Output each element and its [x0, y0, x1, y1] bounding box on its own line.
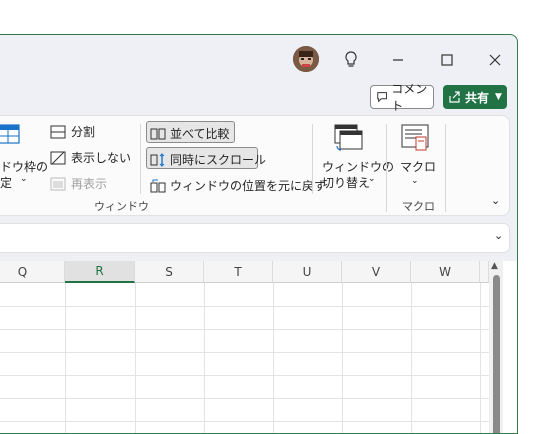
ribbon: ドウ枠の 定 ⌄ 分割 表示しない 再表示 並べて比較 同時にスクロール ウィン… [0, 115, 510, 216]
title-bar [0, 35, 517, 85]
chevron-down-icon: ⌄ [411, 176, 419, 186]
separator [386, 124, 387, 212]
switch-window-label-2: 切り替え [322, 176, 371, 190]
reset-position-button[interactable]: ウィンドウの位置を元に戻す [150, 177, 326, 194]
share-icon [449, 91, 460, 103]
grid-line [0, 398, 489, 399]
reset-position-icon [150, 179, 166, 192]
separator [140, 124, 141, 194]
hide-icon [50, 151, 66, 164]
switch-window-label-1: ウィンドウの [322, 160, 395, 174]
freeze-panes-icon[interactable] [0, 124, 20, 144]
separator [445, 124, 446, 212]
grid-line [0, 329, 489, 330]
expand-formula-icon[interactable]: ⌄ [494, 229, 503, 242]
split-icon [50, 125, 66, 138]
column-header-t[interactable]: T [204, 261, 273, 283]
column-header-u[interactable]: U [273, 261, 342, 283]
reset-position-label: ウィンドウの位置を元に戻す [170, 179, 327, 193]
chevron-down-icon: ⌄ [20, 174, 28, 184]
side-by-side-icon [150, 128, 166, 139]
close-icon[interactable] [481, 47, 509, 73]
hide-button[interactable]: 表示しない [50, 149, 131, 166]
switch-window-button[interactable]: ウィンドウの 切り替え ⌄ [320, 124, 394, 194]
freeze-panes-label-1[interactable]: ドウ枠の [0, 158, 48, 175]
column-header-q[interactable]: Q [0, 261, 65, 283]
excel-window: コメント 共有 ▼ ドウ枠の 定 ⌄ 分割 表示しない 再表示 並べて比較 同時… [0, 34, 518, 434]
column-header-x[interactable] [480, 261, 489, 283]
sync-scroll-icon [150, 152, 165, 167]
split-button[interactable]: 分割 [50, 123, 95, 140]
unhide-label: 再表示 [71, 177, 108, 191]
chevron-down-icon: ⌄ [368, 174, 376, 184]
sync-scroll-label: 同時にスクロール [170, 153, 267, 167]
scroll-up-icon[interactable]: ▲ [491, 261, 498, 271]
comment-button[interactable]: コメント [370, 82, 434, 113]
column-header-r[interactable]: R [65, 261, 135, 283]
grid-line [0, 306, 489, 307]
sync-scroll-content: 同時にスクロール [150, 151, 266, 168]
maximize-icon[interactable] [433, 47, 461, 73]
freeze-panes-label-2[interactable]: 定 [0, 174, 12, 191]
grid-line [0, 421, 489, 422]
scrollbar-thumb[interactable] [493, 275, 500, 433]
switch-window-icon [334, 124, 363, 151]
comment-icon [377, 92, 387, 103]
hide-label: 表示しない [71, 151, 132, 165]
spreadsheet-grid[interactable]: Q R S T U V W ▲ [0, 261, 517, 433]
collapse-ribbon-icon[interactable]: ⌄ [491, 194, 500, 207]
column-header-v[interactable]: V [342, 261, 411, 283]
comment-label: コメント [391, 82, 428, 113]
grid-line [0, 352, 489, 353]
group-window-label: ウィンドウ [94, 200, 149, 213]
chevron-down-icon: ▼ [495, 92, 502, 102]
column-header-w[interactable]: W [411, 261, 480, 283]
lightbulb-icon[interactable] [337, 47, 365, 73]
macro-label: マクロ [400, 160, 437, 174]
share-label: 共有 [465, 90, 490, 105]
side-by-side-content: 並べて比較 [150, 125, 230, 142]
avatar[interactable] [293, 46, 319, 72]
minimize-icon[interactable] [384, 47, 412, 73]
unhide-button[interactable]: 再表示 [50, 175, 107, 192]
split-label: 分割 [71, 125, 96, 139]
group-macro-label: マクロ [402, 200, 435, 213]
vertical-scrollbar[interactable]: ▲ [489, 261, 503, 433]
separator [312, 124, 313, 194]
formula-bar[interactable]: ⌄ [0, 223, 510, 253]
side-by-side-label: 並べて比較 [170, 127, 230, 141]
unhide-icon [50, 177, 66, 190]
macro-icon [401, 124, 429, 151]
grid-line [0, 375, 489, 376]
column-header-s[interactable]: S [135, 261, 204, 283]
macro-button[interactable]: マクロ ⌄ [395, 124, 437, 194]
share-button[interactable]: 共有 ▼ [443, 85, 507, 109]
